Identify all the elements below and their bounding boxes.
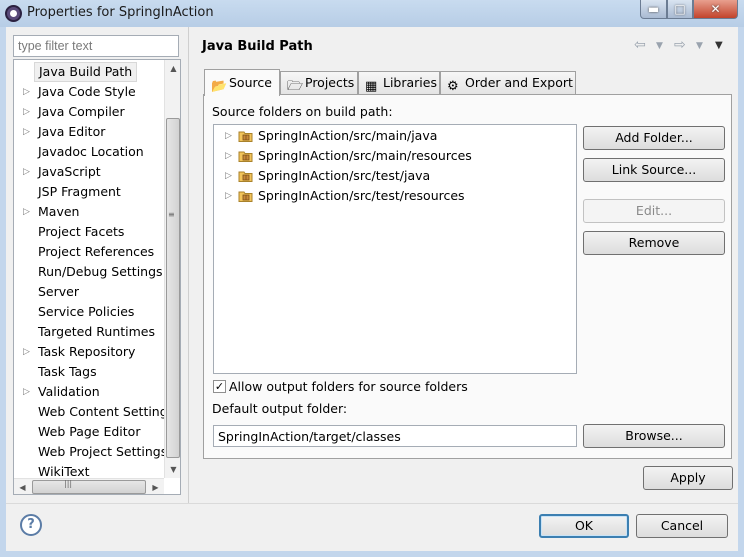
source-folder-label: SpringInAction/src/main/resources [258, 148, 472, 163]
sidebar-item-label: Java Editor [38, 124, 106, 139]
sidebar-item-label: Java Code Style [38, 84, 136, 99]
pane-splitter[interactable] [188, 27, 189, 503]
package-folder-icon [238, 191, 253, 202]
back-arrow-icon[interactable]: ⇦ [634, 37, 646, 53]
close-button[interactable]: ✕ [693, 0, 738, 19]
scroll-right-icon[interactable]: ▶ [147, 479, 164, 494]
minimize-button[interactable]: ▬ [640, 0, 667, 19]
expand-arrow-icon[interactable]: ▷ [23, 382, 30, 402]
scroll-down-icon[interactable]: ▼ [165, 461, 180, 478]
expand-arrow-icon[interactable]: ▷ [225, 146, 232, 166]
maximize-icon: □ [674, 2, 686, 16]
default-output-field[interactable] [213, 425, 577, 447]
source-tab-panel: Source folders on build path: ▷ SpringInA… [203, 94, 732, 459]
eclipse-icon [5, 5, 22, 22]
vertical-scrollbar[interactable]: ▲ ≡ ▼ [164, 60, 180, 478]
sidebar-item-label: Server [38, 284, 79, 299]
minimize-icon: ▬ [647, 2, 660, 16]
footer-divider [6, 503, 738, 504]
tab-label: Libraries [383, 75, 437, 90]
grip-icon: ||| [64, 479, 73, 488]
tab-source[interactable]: 📂 Source [204, 69, 280, 96]
remove-button[interactable]: Remove [583, 231, 725, 255]
sidebar-item-label: Project References [38, 244, 155, 259]
expand-arrow-icon[interactable]: ▷ [23, 102, 30, 122]
expand-arrow-icon[interactable]: ▷ [23, 342, 30, 362]
scroll-left-icon[interactable]: ◀ [14, 479, 31, 494]
sidebar-item-label: JavaScript [38, 164, 101, 179]
sidebar-item-label: Java Compiler [38, 104, 125, 119]
allow-output-label: Allow output folders for source folders [229, 379, 468, 394]
expand-arrow-icon[interactable]: ▷ [23, 162, 30, 182]
maximize-button[interactable]: □ [667, 0, 693, 19]
sidebar-item-label: Project Facets [38, 224, 125, 239]
source-folder-label: SpringInAction/src/main/java [258, 128, 438, 143]
sidebar-item-label: Maven [38, 204, 80, 219]
sidebar-item-label: Web Content Settings [38, 404, 175, 419]
expand-arrow-icon[interactable]: ▷ [23, 82, 30, 102]
tab-label: Projects [305, 75, 355, 90]
source-folder-label: SpringInAction/src/test/resources [258, 188, 465, 203]
expand-arrow-icon[interactable]: ▷ [23, 202, 30, 222]
allow-output-checkbox[interactable]: ✓ [213, 380, 226, 393]
tab-label: Order and Export [465, 75, 573, 90]
scrollbar-thumb[interactable] [166, 118, 180, 458]
sidebar-item-label: Java Build Path [34, 62, 138, 82]
window-title: Properties for SpringInAction [27, 5, 214, 20]
sidebar-item-label: Javadoc Location [38, 144, 144, 159]
expand-arrow-icon[interactable]: ▷ [225, 166, 232, 186]
sidebar-item-label: Web Project Settings [38, 444, 168, 459]
sidebar-item-label: Run/Debug Settings [38, 264, 163, 279]
close-icon: ✕ [710, 2, 721, 16]
sidebar-item-label: Targeted Runtimes [38, 324, 155, 339]
source-folders-list[interactable]: ▷ SpringInAction/src/main/java ▷ SpringInAc… [213, 124, 577, 374]
forward-dropdown-icon[interactable]: ▼ [696, 41, 703, 51]
browse-button[interactable]: Browse... [583, 424, 725, 448]
sidebar-item-label: Task Repository [38, 344, 136, 359]
scroll-up-icon[interactable]: ▲ [165, 60, 180, 77]
cancel-button[interactable]: Cancel [636, 514, 728, 538]
view-menu-icon[interactable]: ▼ [715, 40, 723, 51]
expand-arrow-icon[interactable]: ▷ [225, 126, 232, 146]
tab-order-and-export[interactable]: ⚙ Order and Export [440, 71, 576, 95]
package-folder-icon [238, 151, 253, 162]
source-folders-label: Source folders on build path: [212, 104, 393, 119]
sidebar-item-label: Web Page Editor [38, 424, 141, 439]
tab-projects[interactable]: 🗁 Projects [280, 71, 358, 95]
package-folder-icon [238, 131, 253, 142]
apply-button[interactable]: Apply [643, 466, 733, 490]
source-folder-label: SpringInAction/src/test/java [258, 168, 431, 183]
edit-button[interactable]: Edit... [583, 199, 725, 223]
grip-icon: ≡ [168, 210, 175, 219]
page-title: Java Build Path [202, 39, 313, 54]
add-folder-button[interactable]: Add Folder... [583, 126, 725, 150]
source-folder-icon: 📂 [211, 79, 228, 94]
help-icon[interactable]: ? [20, 514, 42, 536]
sidebar-item-label: JSP Fragment [38, 184, 121, 199]
expand-arrow-icon[interactable]: ▷ [225, 186, 232, 206]
link-source-button[interactable]: Link Source... [583, 158, 725, 182]
sidebar-item-label: Task Tags [38, 364, 97, 379]
filter-input[interactable] [13, 35, 179, 57]
properties-tree: Java Build Path ▷ Java Code Style ▷ Java Com… [13, 59, 181, 495]
expand-arrow-icon[interactable]: ▷ [23, 122, 30, 142]
sidebar-item-label: Validation [38, 384, 100, 399]
horizontal-scrollbar[interactable]: ◀ ||| ▶ [14, 478, 164, 494]
tab-libraries[interactable]: ▦ Libraries [358, 71, 440, 95]
back-dropdown-icon[interactable]: ▼ [656, 41, 663, 51]
title-bar: Properties for SpringInAction ▬ □ ✕ [0, 0, 744, 27]
scrollbar-thumb[interactable] [32, 480, 146, 494]
default-output-label: Default output folder: [212, 401, 348, 416]
forward-arrow-icon[interactable]: ⇨ [674, 37, 686, 53]
properties-dialog: Java Build Path▷Java Code Style▷Java Com… [6, 27, 738, 551]
sidebar-item-label: Service Policies [38, 304, 135, 319]
package-folder-icon [238, 171, 253, 182]
ok-button[interactable]: OK [539, 514, 629, 538]
tab-label: Source [229, 75, 272, 90]
